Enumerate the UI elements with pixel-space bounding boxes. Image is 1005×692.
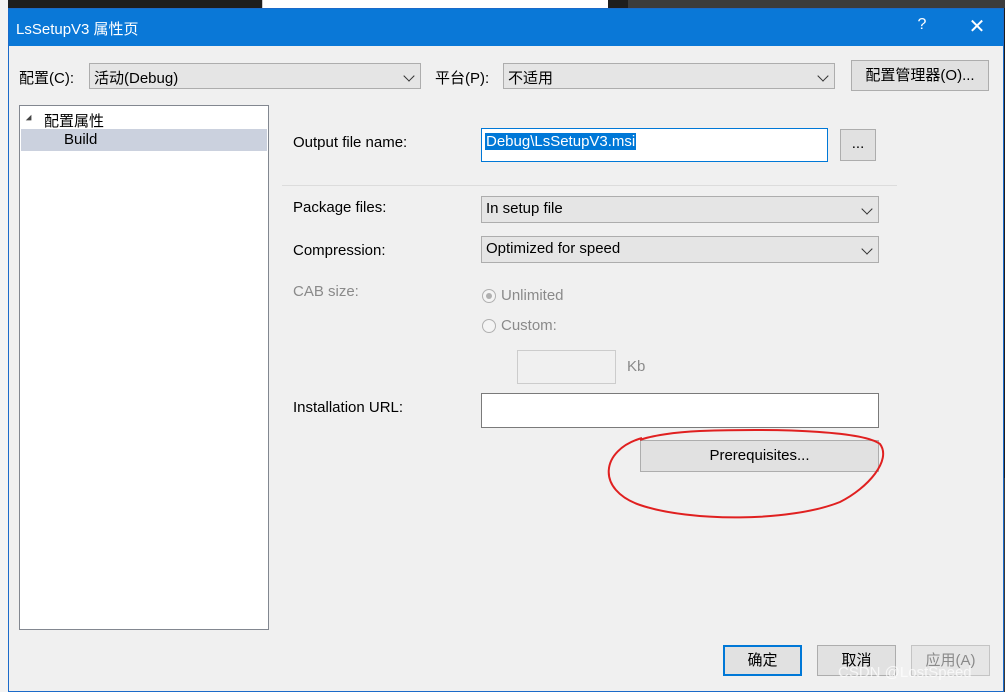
annotation-circle [607,429,885,519]
annotation-stroke [607,429,885,519]
watermark-text: CSDN @LostSpeed [838,664,972,681]
